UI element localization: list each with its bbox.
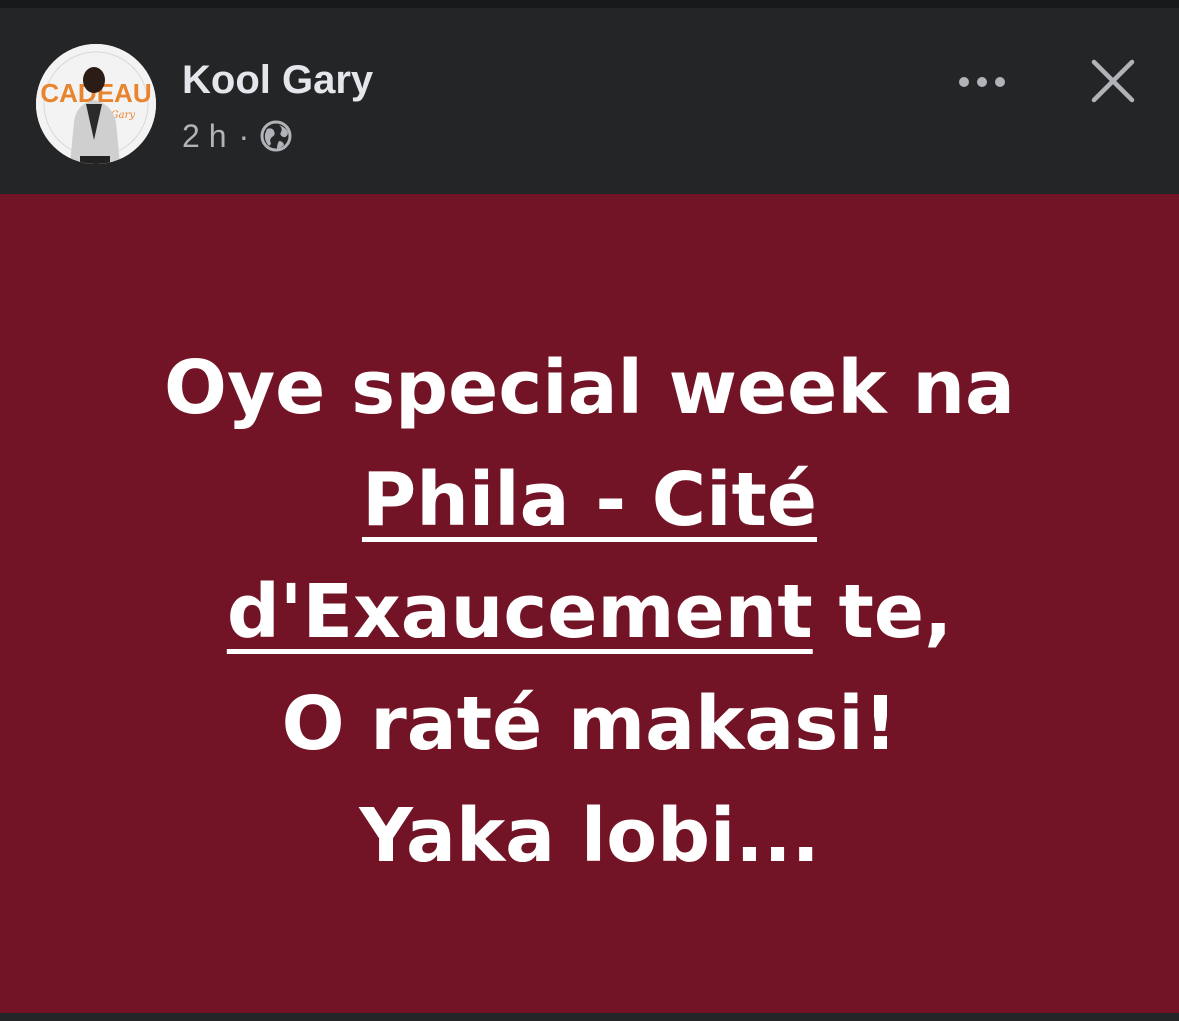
post-message: Oye special week na Phila - Cité d'Exauc… xyxy=(40,332,1140,892)
post-viewer: CADEAU Kool Gary Kool Gary 2 h · xyxy=(0,0,1179,1021)
message-line-2: Phila - Cité xyxy=(40,444,1140,556)
author-name[interactable]: Kool Gary xyxy=(182,58,373,103)
text-post-card[interactable]: Oye special week na Phila - Cité d'Exauc… xyxy=(0,194,1179,1013)
bottom-divider xyxy=(0,1013,1179,1021)
avatar[interactable]: CADEAU Kool Gary xyxy=(36,44,156,164)
top-divider xyxy=(0,0,1179,8)
message-line-5: Yaka lobi... xyxy=(359,792,820,879)
close-button[interactable] xyxy=(1082,50,1144,112)
avatar-image: CADEAU Kool Gary xyxy=(36,44,156,164)
post-meta: 2 h · xyxy=(182,116,293,156)
hashtag-link-exaucement[interactable]: d'Exaucement xyxy=(227,569,813,655)
message-line-3: d'Exaucement te, xyxy=(40,556,1140,668)
post-time[interactable]: 2 h xyxy=(182,118,226,155)
hashtag-link-phila[interactable]: Phila - Cité xyxy=(362,457,817,543)
more-horizontal-icon xyxy=(959,77,1005,87)
message-line-1: Oye special week na xyxy=(164,344,1015,431)
message-line-3-rest: te, xyxy=(812,568,953,655)
more-options-button[interactable] xyxy=(944,56,1020,108)
post-header: CADEAU Kool Gary Kool Gary 2 h · xyxy=(0,8,1179,194)
meta-separator: · xyxy=(238,117,250,154)
message-line-4: O raté makasi! xyxy=(281,680,898,767)
globe-icon[interactable] xyxy=(259,119,293,153)
close-icon xyxy=(1091,59,1135,103)
